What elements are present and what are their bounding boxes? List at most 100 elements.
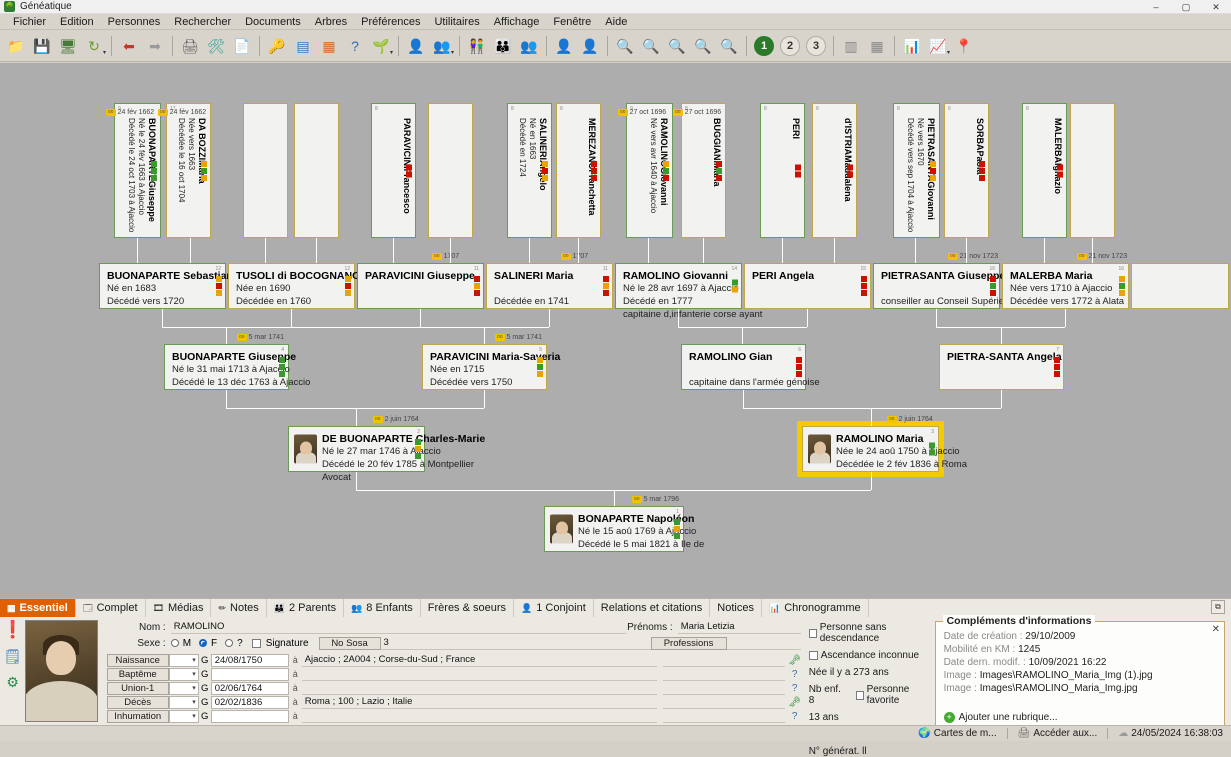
- source-icon[interactable]: 🗝: [789, 696, 801, 708]
- menu-edition[interactable]: Edition: [53, 16, 101, 28]
- union-date-label[interactable]: oo1707: [432, 253, 459, 260]
- tree-card[interactable]: 1BONAPARTE NapoléonNé le 15 aoû 1769 à A…: [544, 506, 684, 552]
- redo-icon[interactable]: ➡: [143, 34, 167, 58]
- prenoms-input[interactable]: Maria Letizia: [678, 621, 801, 634]
- favorite-checkbox[interactable]: [856, 691, 864, 700]
- settings-icon[interactable]: ⚙: [3, 672, 23, 692]
- event-place-input[interactable]: Roma ; 100 ; Lazio ; Italie: [302, 696, 657, 709]
- tab-essentiel[interactable]: ▦Essentiel: [0, 599, 76, 617]
- tools-icon[interactable]: 🛠: [204, 34, 228, 58]
- alert-icon[interactable]: ❗: [3, 620, 23, 640]
- menu-documents[interactable]: Documents: [238, 16, 308, 28]
- no-sosa-button[interactable]: No Sosa: [319, 637, 381, 650]
- event-type-button[interactable]: Inhumation: [107, 710, 169, 723]
- sex-unknown-radio[interactable]: [225, 639, 233, 647]
- menu-fichier[interactable]: Fichier: [6, 16, 53, 28]
- table-icon[interactable]: ▥: [839, 34, 863, 58]
- union-date-label[interactable]: oo5 mar 1741: [495, 334, 542, 341]
- no-sosa-value[interactable]: 3: [381, 637, 651, 650]
- event-note-input[interactable]: [663, 654, 785, 667]
- sync-icon[interactable]: ↻▾: [82, 34, 106, 58]
- tab-1-conjoint[interactable]: 👤1 Conjoint: [514, 599, 594, 617]
- tree-card[interactable]: 8PIETRASANTAGiovanniNé vers 1670Décédé v…: [893, 103, 940, 238]
- tab-notices[interactable]: Notices: [710, 599, 762, 617]
- no-descendants-checkbox[interactable]: [809, 629, 817, 638]
- tab-notes[interactable]: ✏Notes: [211, 599, 266, 617]
- event-date-input[interactable]: 02/02/1836: [211, 696, 289, 709]
- zoom-page-icon[interactable]: 🔍: [665, 34, 689, 58]
- relations-icon[interactable]: 👥: [517, 34, 541, 58]
- help-icon[interactable]: ?: [343, 34, 367, 58]
- person-red-icon[interactable]: 👤: [552, 34, 576, 58]
- event-place-input[interactable]: [302, 710, 657, 723]
- signature-checkbox[interactable]: [252, 639, 261, 648]
- union-date-label[interactable]: oo24 fév 1662: [158, 109, 206, 116]
- tab-chronogramme[interactable]: 📊Chronogramme: [762, 599, 869, 617]
- event-place-input[interactable]: [302, 682, 657, 695]
- event-date-input[interactable]: [211, 710, 289, 723]
- couple-icon[interactable]: 👫: [465, 34, 489, 58]
- union-date-label[interactable]: oo21 nov 1723: [1077, 253, 1127, 260]
- event-note-input[interactable]: [663, 710, 785, 723]
- event-note-input[interactable]: [663, 682, 785, 695]
- tree-card[interactable]: 11PARAVICINI Giuseppe: [357, 263, 484, 309]
- menu-fentre[interactable]: Fenêtre: [546, 16, 598, 28]
- status-access[interactable]: 🖨 Accéder aux...: [1018, 728, 1098, 739]
- event-type-button[interactable]: Baptême: [107, 668, 169, 681]
- help-icon[interactable]: ?: [789, 668, 801, 680]
- source-icon[interactable]: 🗝: [789, 654, 801, 666]
- menu-aide[interactable]: Aide: [598, 16, 634, 28]
- generation-3-button[interactable]: 3: [804, 34, 828, 58]
- menu-utilitaires[interactable]: Utilitaires: [427, 16, 486, 28]
- union-date-label[interactable]: oo2 juin 1764: [887, 416, 933, 423]
- help-icon[interactable]: ?: [789, 682, 801, 694]
- tree-card[interactable]: 12BUONAPARTE SebastianoNé en 1683Décédé …: [99, 263, 226, 309]
- nom-input[interactable]: RAMOLINO: [171, 621, 626, 634]
- tab-2-parents[interactable]: 👪2 Parents: [267, 599, 344, 617]
- tree-card[interactable]: 8PERI: [760, 103, 805, 238]
- open-folder-icon[interactable]: 📁: [4, 34, 28, 58]
- menu-arbres[interactable]: Arbres: [308, 16, 354, 28]
- event-modifier-dropdown[interactable]: ▾: [169, 710, 199, 723]
- tree-card[interactable]: 9RAMOLINOGiovanniNé vers avr 1640 à Ajac…: [626, 103, 673, 238]
- tree-card[interactable]: 15PERI Angela: [744, 263, 871, 309]
- tree-card[interactable]: 11SALINERI Maria Décédée en 1741: [486, 263, 613, 309]
- tree-card[interactable]: [1131, 263, 1229, 309]
- help-icon[interactable]: ?: [789, 710, 801, 722]
- event-place-input[interactable]: [302, 668, 657, 681]
- save-icon[interactable]: 💾: [30, 34, 54, 58]
- export-icon[interactable]: 🖥: [56, 34, 80, 58]
- event-type-button[interactable]: Naissance: [107, 654, 169, 667]
- tab-relations-et-citations[interactable]: Relations et citations: [594, 599, 711, 617]
- chevron-down-icon[interactable]: ▾: [390, 49, 393, 56]
- tab-complet[interactable]: 🗔Complet: [76, 599, 146, 617]
- zoom-out-icon[interactable]: 🔍: [691, 34, 715, 58]
- event-type-button[interactable]: Décès: [107, 696, 169, 709]
- person-yellow-icon[interactable]: 👤: [404, 34, 428, 58]
- union-date-label[interactable]: oo27 oct 1696: [618, 109, 666, 116]
- zoom-search-icon[interactable]: 🔍: [613, 34, 637, 58]
- union-date-label[interactable]: oo1707: [561, 253, 588, 260]
- unknown-ancestry-checkbox[interactable]: [809, 651, 818, 660]
- chevron-down-icon[interactable]: ▾: [947, 49, 950, 56]
- tree-card[interactable]: 5PARAVICINI Maria-SaveriaNée en 1715Décé…: [422, 344, 547, 390]
- maximize-button[interactable]: ▢: [1171, 0, 1201, 14]
- event-modifier-dropdown[interactable]: ▾: [169, 696, 199, 709]
- tree-card[interactable]: 8SALINERIAngeloNé en 1663Décédé en 1724: [507, 103, 552, 238]
- event-modifier-dropdown[interactable]: ▾: [169, 682, 199, 695]
- family-tree-canvas[interactable]: 9BUONAPARTEGiuseppeNé le 24 fév 1663 à A…: [0, 63, 1231, 598]
- tree-card[interactable]: 14RAMOLINO GiovanniNé le 28 avr 1697 à A…: [615, 263, 742, 309]
- tree-card[interactable]: [1070, 103, 1115, 238]
- tree-card[interactable]: 2DE BUONAPARTE Charles-MarieNé le 27 mar…: [288, 426, 425, 472]
- chevron-down-icon[interactable]: ▾: [451, 49, 454, 56]
- document-icon[interactable]: 📄: [230, 34, 254, 58]
- expand-panel-button[interactable]: ⧉: [1211, 600, 1225, 614]
- event-type-button[interactable]: Union-1: [107, 682, 169, 695]
- union-date-label[interactable]: oo5 mar 1741: [237, 334, 284, 341]
- event-modifier-dropdown[interactable]: ▾: [169, 654, 199, 667]
- list-view-icon[interactable]: ▤: [291, 34, 315, 58]
- tree-card[interactable]: 16PIETRASANTA Giuseppe conseiller au Con…: [873, 263, 1000, 309]
- tree-card[interactable]: 8PARAVICINIFrancesco: [371, 103, 416, 238]
- menu-personnes[interactable]: Personnes: [101, 16, 168, 28]
- complements-close-icon[interactable]: ✕: [1212, 624, 1220, 635]
